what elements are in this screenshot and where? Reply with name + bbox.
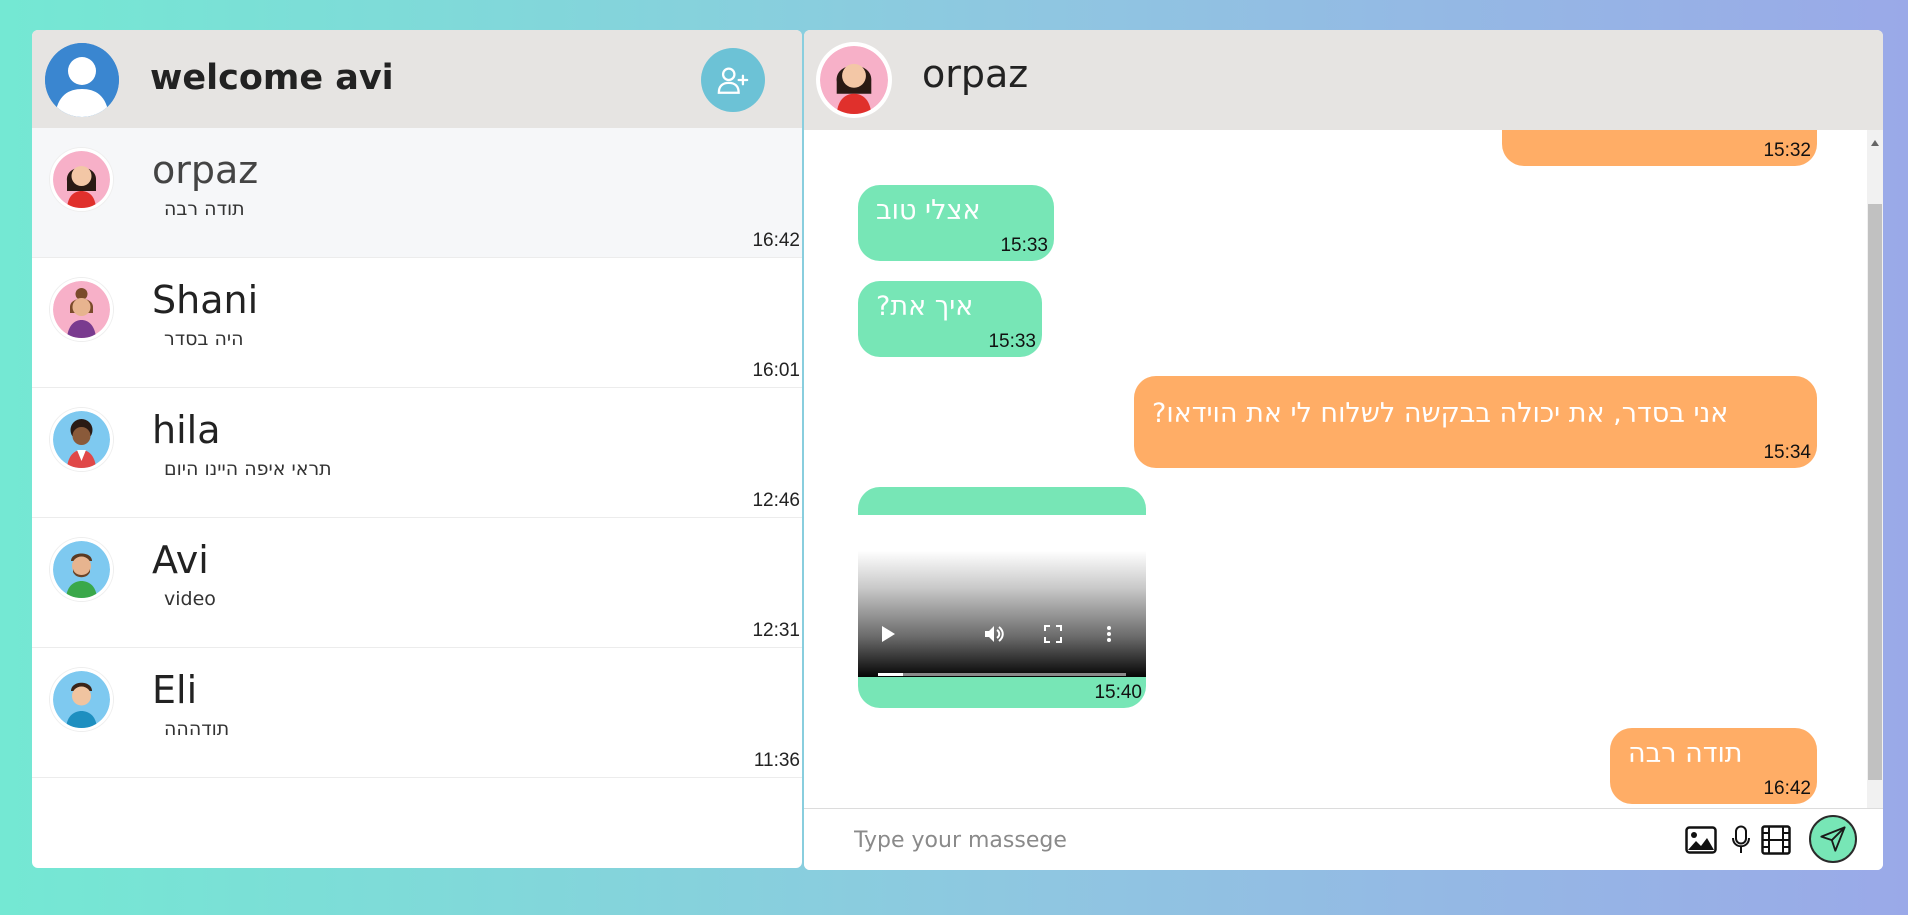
video-progress-bar[interactable]: [878, 673, 1126, 676]
contact-time: 12:31: [752, 620, 800, 641]
chat-contact-avatar[interactable]: [816, 42, 892, 118]
message-time: 15:32: [1763, 140, 1811, 161]
send-button[interactable]: [1809, 815, 1857, 863]
contact-time: 12:46: [752, 490, 800, 511]
contact-item-eli[interactable]: Eli תודההה 11:36: [32, 648, 802, 778]
contact-name: orpaz: [152, 148, 259, 192]
messages-scrollbar[interactable]: [1867, 130, 1883, 836]
contact-item-shani[interactable]: Shani היה בסדר 16:01: [32, 258, 802, 388]
volume-icon[interactable]: [984, 625, 1006, 643]
contact-time: 16:42: [752, 230, 800, 251]
add-contact-button[interactable]: [701, 48, 765, 112]
attach-image-button[interactable]: [1684, 823, 1718, 857]
chat-header: orpaz: [804, 30, 1883, 130]
message-text: איך את?: [876, 291, 974, 322]
more-options-icon[interactable]: [1106, 625, 1112, 643]
message-text: אצלי טוב: [876, 195, 981, 226]
scrollbar-thumb[interactable]: [1868, 204, 1882, 780]
contact-name: Shani: [152, 278, 259, 322]
scroll-up-arrow-icon[interactable]: [1871, 140, 1879, 146]
add-user-icon: [717, 67, 749, 94]
message-time: 15:34: [1763, 442, 1811, 463]
message-input[interactable]: [854, 821, 1634, 859]
microphone-icon: [1732, 825, 1750, 853]
record-audio-button[interactable]: [1724, 823, 1758, 857]
image-icon: [1685, 826, 1717, 854]
contact-item-hila[interactable]: hila תראי איפה היינו היום 12:46: [32, 388, 802, 518]
message-time: 15:33: [1000, 235, 1048, 256]
contact-item-orpaz[interactable]: orpaz תודה רבה 16:42: [32, 128, 802, 258]
message-bubble-video: 15:40: [858, 487, 1146, 708]
send-icon: [1820, 826, 1846, 852]
contact-avatar: [50, 408, 113, 471]
contact-last-message: video: [164, 588, 216, 610]
message-text: תודה רבה: [1628, 738, 1743, 769]
welcome-title: welcome avi: [150, 58, 394, 98]
message-time: 16:42: [1763, 778, 1811, 799]
sidebar-header: welcome avi: [32, 30, 802, 128]
message-bubble-incoming: אצלי טוב 15:33: [858, 185, 1054, 261]
fullscreen-icon[interactable]: [1044, 625, 1062, 643]
contact-name: Eli: [152, 668, 198, 712]
message-time: 15:40: [1094, 682, 1142, 703]
attach-video-button[interactable]: [1759, 823, 1793, 857]
user-avatar[interactable]: [45, 43, 119, 117]
film-icon: [1761, 825, 1791, 855]
contact-last-message: תראי איפה היינו היום: [164, 458, 332, 480]
contact-time: 16:01: [752, 360, 800, 381]
chat-panel: orpaz 15:32 אצלי טוב 15:33 איך את? 15:33…: [804, 30, 1883, 870]
contact-item-avi[interactable]: Avi video 12:31: [32, 518, 802, 648]
contact-last-message: תודההה: [164, 718, 230, 740]
chat-contact-name: orpaz: [922, 52, 1029, 96]
message-bubble-outgoing: אני בסדר, את יכולה בבקשה לשלוח לי את הוי…: [1134, 376, 1817, 468]
contact-name: hila: [152, 408, 221, 452]
message-bubble-outgoing: תודה רבה 16:42: [1610, 728, 1817, 804]
play-icon[interactable]: [880, 625, 896, 643]
contact-avatar: [50, 148, 113, 211]
message-bubble-incoming: איך את? 15:33: [858, 281, 1042, 357]
contact-name: Avi: [152, 538, 209, 582]
contact-last-message: תודה רבה: [164, 198, 245, 220]
message-bubble-outgoing: 15:32: [1502, 130, 1817, 166]
message-composer: [804, 808, 1883, 870]
message-time: 15:33: [988, 331, 1036, 352]
contact-last-message: היה בסדר: [164, 328, 244, 350]
contact-avatar: [50, 538, 113, 601]
contact-avatar: [50, 278, 113, 341]
message-text: אני בסדר, את יכולה בבקשה לשלוח לי את הוי…: [1152, 398, 1729, 429]
message-list: 15:32 אצלי טוב 15:33 איך את? 15:33 אני ב…: [804, 130, 1867, 836]
contacts-panel: welcome avi orpaz תודה רבה 16:42 Shani ה…: [32, 30, 802, 868]
contact-avatar: [50, 668, 113, 731]
video-player[interactable]: [858, 515, 1146, 677]
contact-time: 11:36: [753, 750, 800, 771]
